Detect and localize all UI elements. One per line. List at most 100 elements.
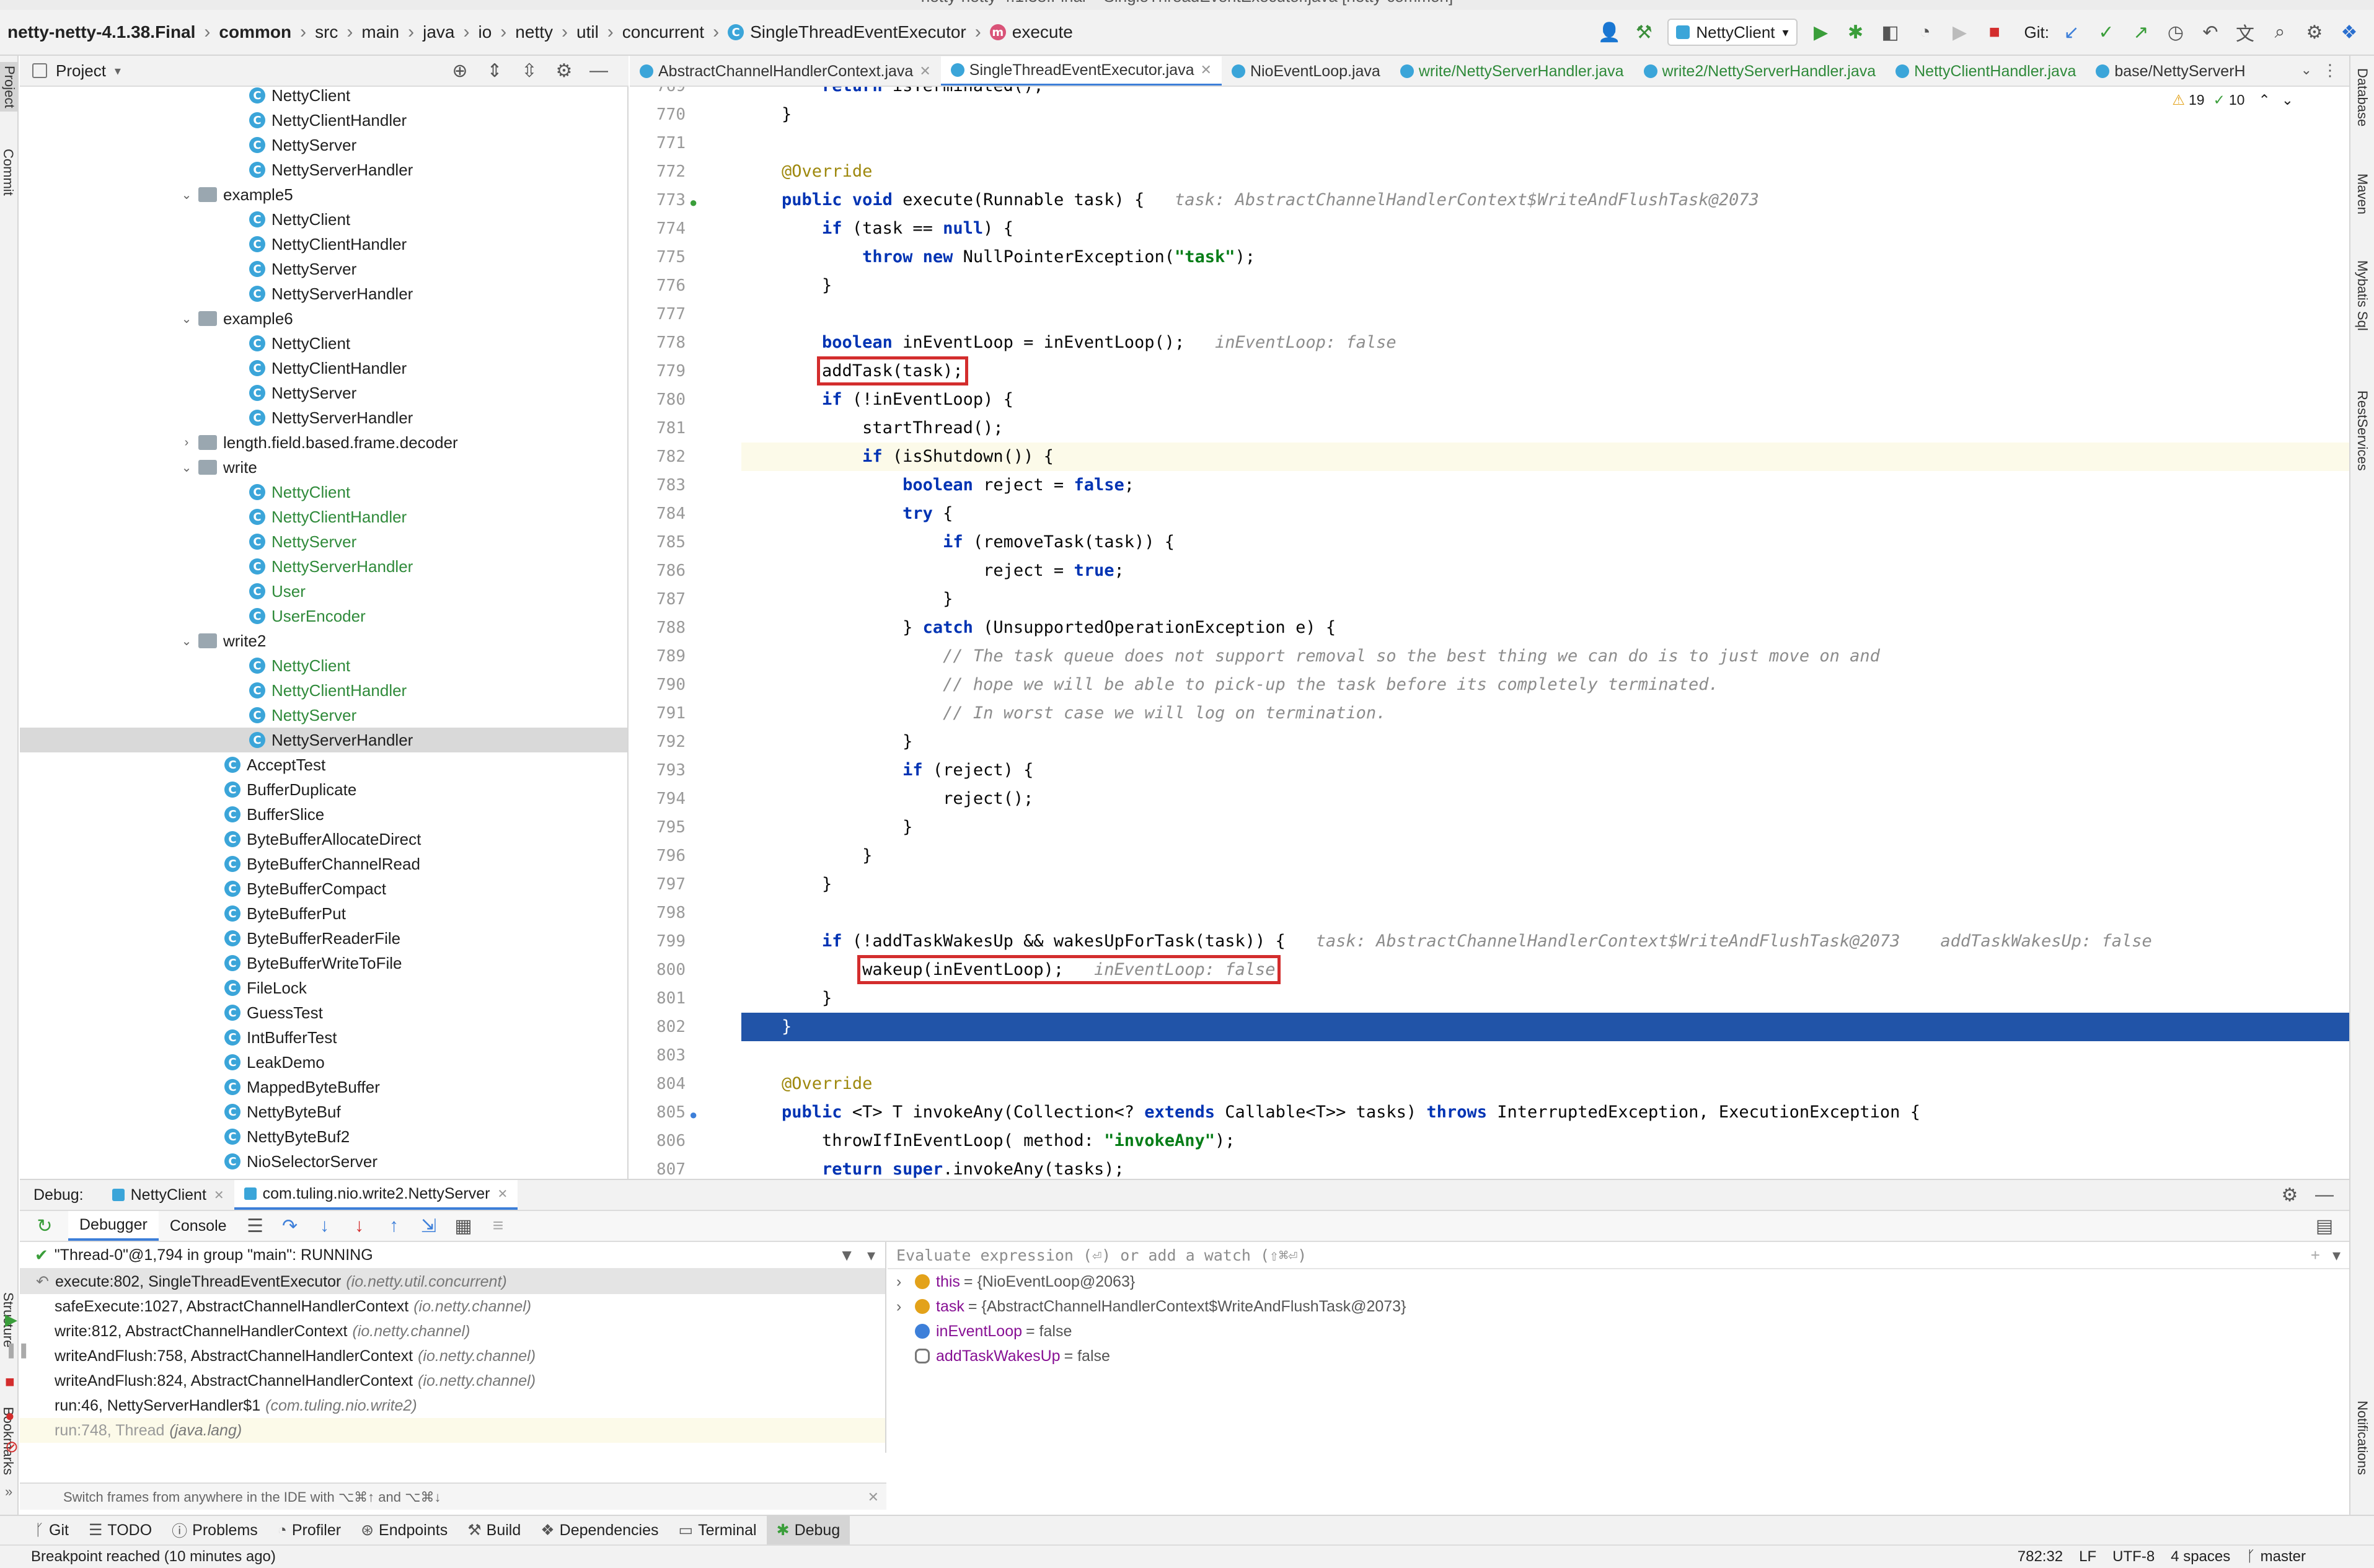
debug-icon[interactable]: ✱: [1843, 20, 1868, 45]
evaluate-expression-field[interactable]: Evaluate expression (⏎) or add a watch (…: [888, 1242, 2349, 1269]
code-line[interactable]: }: [741, 585, 2349, 614]
tree-class-item[interactable]: C NettyServerHandler: [20, 405, 413, 430]
bottom-tab-debug[interactable]: ✱ Debug: [766, 1516, 850, 1544]
code-line[interactable]: // hope we will be able to pick-up the t…: [741, 671, 2349, 699]
breadcrumb-item[interactable]: java: [423, 22, 454, 42]
debug-session-tab-nettyclient[interactable]: NettyClient ✕: [102, 1180, 234, 1210]
line-separator[interactable]: LF: [2079, 1548, 2096, 1566]
step-over-icon[interactable]: ↷: [278, 1213, 302, 1238]
line-number[interactable]: 805: [630, 1103, 686, 1122]
line-number[interactable]: 807: [630, 1160, 686, 1179]
tree-class-item[interactable]: C NettyClient: [20, 331, 350, 356]
run-to-cursor-icon[interactable]: ⇲: [417, 1213, 441, 1238]
expand-all-icon[interactable]: ⇕: [482, 58, 507, 83]
breadcrumb-item[interactable]: netty: [515, 22, 553, 42]
status-message[interactable]: Breakpoint reached (10 minutes ago): [31, 1548, 276, 1566]
line-number[interactable]: 778: [630, 333, 686, 352]
bottom-tab-dependencies[interactable]: ❖ Dependencies: [531, 1516, 668, 1544]
trace-icon[interactable]: ≡: [486, 1213, 511, 1238]
stripe-notifications[interactable]: Notifications: [2354, 1401, 2370, 1475]
stack-frame[interactable]: writeAndFlush:824, AbstractChannelHandle…: [20, 1368, 885, 1393]
chevron-right-icon[interactable]: ›: [179, 436, 195, 450]
code-line[interactable]: return super.invokeAny(tasks);: [741, 1155, 2349, 1179]
code-line[interactable]: throwIfInEventLoop( method: "invokeAny")…: [741, 1127, 2349, 1155]
view-breakpoints-icon[interactable]: ●: [5, 1406, 15, 1425]
bottom-tab-endpoints[interactable]: ⊛ Endpoints: [351, 1516, 457, 1544]
code-line[interactable]: [741, 129, 2349, 157]
chevron-up-icon[interactable]: ⌃: [2258, 92, 2270, 108]
line-number[interactable]: 776: [630, 276, 686, 295]
debug-session-tab-nettyserver[interactable]: com.tuling.nio.write2.NettyServer ✕: [234, 1180, 518, 1210]
stack-frame[interactable]: ↶ execute:802, SingleThreadEventExecutor(…: [20, 1269, 885, 1294]
tree-class-item[interactable]: C NettyServerHandler: [20, 157, 413, 182]
tree-class-item[interactable]: C UserEncoder: [20, 604, 366, 628]
tree-class-item[interactable]: C NettyServerHandler: [20, 281, 413, 306]
code-line[interactable]: [741, 300, 2349, 328]
tree-class-item[interactable]: C NettyClientHandler: [20, 356, 407, 381]
tree-class-item[interactable]: C GuessTest: [20, 1000, 323, 1025]
tree-class-item[interactable]: C IntBufferTest: [20, 1025, 337, 1050]
step-out-icon[interactable]: ↑: [382, 1213, 407, 1238]
tree-folder[interactable]: ⌄ write: [20, 455, 257, 480]
step-into-icon[interactable]: ↓: [312, 1213, 337, 1238]
tree-folder[interactable]: ⌄ write2: [20, 628, 267, 653]
breadcrumb-item[interactable]: execute: [1012, 22, 1073, 42]
code-line[interactable]: // In worst case we will log on terminat…: [741, 699, 2349, 728]
mute-breakpoints-icon[interactable]: ⊘: [5, 1437, 19, 1456]
tree-class-item[interactable]: C FileLock: [20, 976, 307, 1000]
history-icon[interactable]: ◷: [2163, 20, 2188, 45]
line-number[interactable]: 791: [630, 704, 686, 723]
chevron-down-icon[interactable]: ⌄: [179, 460, 195, 475]
close-icon[interactable]: ✕: [497, 1186, 508, 1202]
line-number[interactable]: 790: [630, 676, 686, 694]
resume-icon[interactable]: ▶: [5, 1310, 17, 1329]
tree-class-item[interactable]: C NettyServer: [20, 381, 356, 405]
chevron-right-icon[interactable]: ›: [896, 1273, 915, 1291]
close-icon[interactable]: ✕: [214, 1187, 224, 1203]
line-number[interactable]: 771: [630, 134, 686, 152]
tree-class-item[interactable]: C NettyClientHandler: [20, 232, 407, 257]
tree-folder[interactable]: › length.field.based.frame.decoder: [20, 430, 458, 455]
code-line[interactable]: reject();: [741, 785, 2349, 813]
tree-class-item[interactable]: C LeakDemo: [20, 1050, 325, 1075]
line-number[interactable]: 775: [630, 248, 686, 266]
hide-panel-icon[interactable]: —: [586, 58, 611, 83]
line-number[interactable]: 796: [630, 847, 686, 865]
file-encoding[interactable]: UTF-8: [2112, 1548, 2155, 1566]
code-line[interactable]: }: [741, 100, 2349, 129]
tabs-more-icon[interactable]: ⋮: [2322, 61, 2338, 80]
code-line[interactable]: [741, 1041, 2349, 1070]
line-number[interactable]: 795: [630, 818, 686, 837]
editor-tab[interactable]: AbstractChannelHandlerContext.java ✕: [630, 56, 941, 86]
code-line[interactable]: }: [741, 842, 2349, 870]
line-number[interactable]: 787: [630, 590, 686, 609]
chevron-down-icon[interactable]: ▾: [115, 63, 121, 79]
breadcrumb-item[interactable]: netty-netty-4.1.38.Final: [7, 22, 195, 42]
line-number[interactable]: 788: [630, 619, 686, 637]
tree-class-item[interactable]: C NettyClientHandler: [20, 678, 407, 703]
build-hammer-icon[interactable]: ⚒: [1631, 20, 1656, 45]
tree-class-item[interactable]: C NioSelectorServer: [20, 1149, 377, 1174]
stripe-mybatis-sql[interactable]: Mybatis Sql: [2354, 260, 2370, 331]
tree-class-item[interactable]: C NettyServerHandler: [20, 554, 413, 579]
breadcrumb-item[interactable]: common: [219, 22, 291, 42]
tree-folder[interactable]: ⌄ example5: [20, 182, 293, 207]
search-icon[interactable]: ⌕: [2267, 20, 2292, 45]
tree-class-item[interactable]: C NettyServer: [20, 133, 356, 157]
code-line[interactable]: public void execute(Runnable task) { tas…: [741, 186, 2349, 214]
line-number[interactable]: 773: [630, 191, 686, 209]
code-line[interactable]: }: [741, 271, 2349, 300]
git-branch[interactable]: master: [2261, 1548, 2306, 1566]
tree-class-item[interactable]: C ByteBufferPut: [20, 901, 346, 926]
line-number[interactable]: 800: [630, 961, 686, 979]
force-step-into-icon[interactable]: ↓: [347, 1213, 372, 1238]
line-number[interactable]: 772: [630, 162, 686, 181]
stack-frame[interactable]: safeExecute:1027, AbstractChannelHandler…: [20, 1294, 885, 1319]
code-line[interactable]: // The task queue does not support remov…: [741, 642, 2349, 671]
locate-icon[interactable]: ⊕: [448, 58, 472, 83]
code-line[interactable]: boolean inEventLoop = inEventLoop(); inE…: [741, 328, 2349, 357]
rollback-icon[interactable]: ↶: [2198, 20, 2223, 45]
tabs-overflow-chevron-icon[interactable]: ⌄: [2301, 62, 2312, 78]
line-number[interactable]: 801: [630, 989, 686, 1008]
code-line[interactable]: @Override: [741, 1070, 2349, 1098]
